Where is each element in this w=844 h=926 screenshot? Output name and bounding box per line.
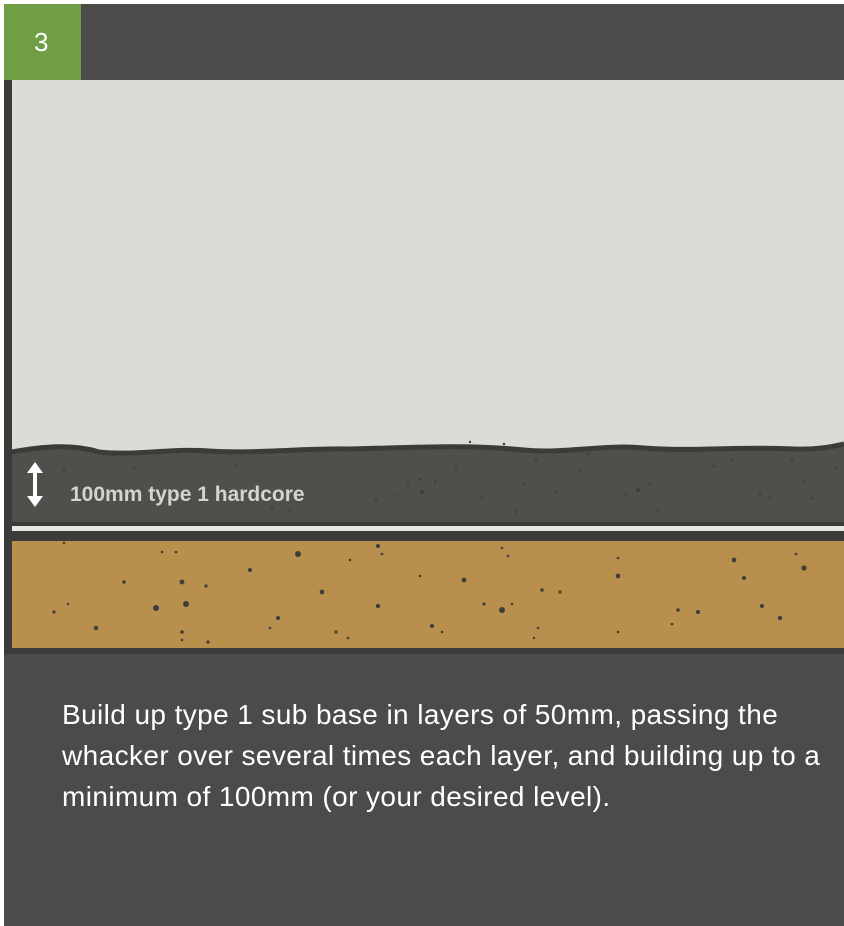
hardcore-layer-label: 100mm type 1 hardcore — [70, 483, 305, 506]
sand-layer — [12, 541, 844, 648]
step-instruction-text: Build up type 1 sub base in layers of 50… — [62, 699, 821, 812]
sand-bottom-edge — [12, 648, 844, 654]
open-area — [12, 80, 844, 452]
separator-dark-top — [12, 522, 844, 526]
instruction-card: 3 100mm type 1 hardcore Build up type 1 … — [4, 4, 844, 926]
step-number-badge: 3 — [4, 4, 81, 80]
separator-line — [12, 526, 844, 531]
separator-dark-bottom — [12, 531, 844, 541]
ground-layers-diagram: 100mm type 1 hardcore — [4, 80, 844, 654]
